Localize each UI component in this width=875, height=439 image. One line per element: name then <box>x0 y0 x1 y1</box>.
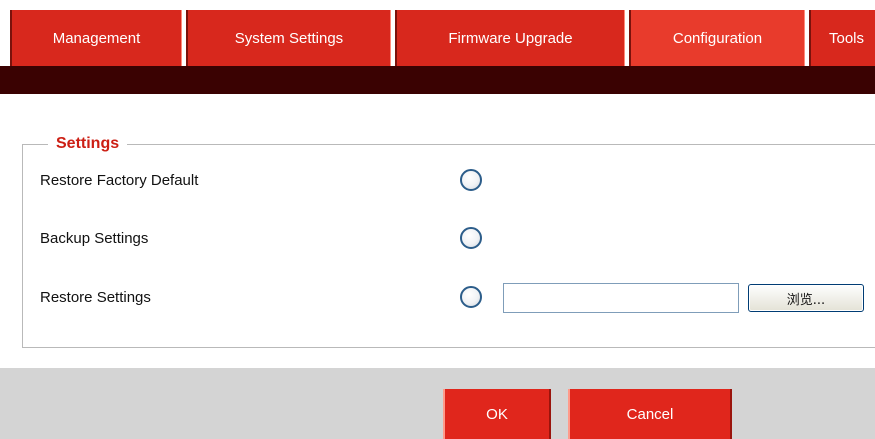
backup-settings-label: Backup Settings <box>40 230 149 247</box>
action-footer <box>0 368 875 439</box>
settings-legend: Settings <box>48 132 128 156</box>
browse-button[interactable]: 浏览... <box>748 284 864 312</box>
top-navigation-tabs: Management System Settings Firmware Upgr… <box>0 0 875 66</box>
tab-tools[interactable]: Tools <box>809 10 875 66</box>
restore-factory-default-radio[interactable] <box>460 169 482 191</box>
ok-button[interactable]: OK <box>443 389 551 439</box>
cancel-button[interactable]: Cancel <box>568 389 732 439</box>
tab-configuration[interactable]: Configuration <box>629 10 805 66</box>
sub-navigation-bar <box>0 66 875 94</box>
backup-settings-radio[interactable] <box>460 227 482 249</box>
restore-factory-default-label: Restore Factory Default <box>40 172 199 189</box>
tab-system-settings[interactable]: System Settings <box>186 10 391 66</box>
restore-settings-label: Restore Settings <box>40 289 151 306</box>
tab-management[interactable]: Management <box>10 10 182 66</box>
restore-settings-radio[interactable] <box>460 286 482 308</box>
tab-firmware-upgrade[interactable]: Firmware Upgrade <box>395 10 625 66</box>
restore-file-path-input[interactable] <box>503 283 739 313</box>
